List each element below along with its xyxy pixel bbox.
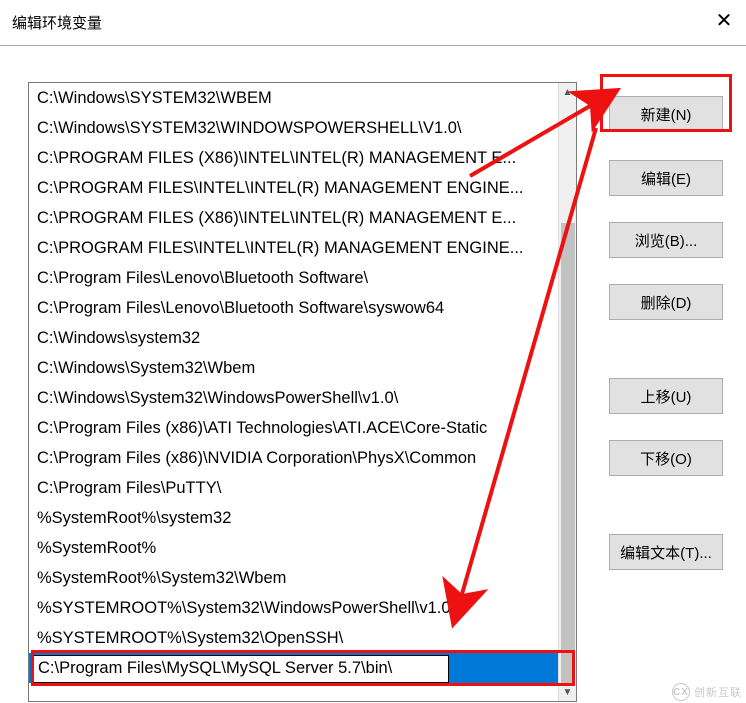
vertical-scrollbar[interactable]: ▲ ▼ [558,83,576,701]
list-item[interactable]: C:\Windows\system32 [29,323,558,353]
path-listbox[interactable]: C:\Windows\SYSTEM32\WBEM C:\Windows\SYST… [28,82,577,702]
list-item[interactable]: %SystemRoot% [29,533,558,563]
list-item[interactable]: %SYSTEMROOT%\System32\WindowsPowerShell\… [29,593,558,623]
browse-button[interactable]: 浏览(B)... [609,222,723,258]
list-item[interactable]: C:\Windows\System32\Wbem [29,353,558,383]
scroll-thumb[interactable] [561,223,575,683]
listbox-viewport: C:\Windows\SYSTEM32\WBEM C:\Windows\SYST… [29,83,558,701]
list-item[interactable]: C:\Program Files (x86)\ATI Technologies\… [29,413,558,443]
close-icon[interactable]: ✕ [712,8,736,33]
list-item[interactable]: C:\Windows\System32\WindowsPowerShell\v1… [29,383,558,413]
list-item[interactable]: C:\Windows\SYSTEM32\WINDOWSPOWERSHELL\V1… [29,113,558,143]
delete-button[interactable]: 删除(D) [609,284,723,320]
edit-button[interactable]: 编辑(E) [609,160,723,196]
scroll-down-icon[interactable]: ▼ [559,683,576,701]
list-item[interactable]: C:\PROGRAM FILES\INTEL\INTEL(R) MANAGEME… [29,173,558,203]
scroll-up-icon[interactable]: ▲ [559,83,576,101]
move-up-button[interactable]: 上移(U) [609,378,723,414]
title-bar: 编辑环境变量 ✕ [0,0,746,46]
list-item[interactable]: C:\PROGRAM FILES (X86)\INTEL\INTEL(R) MA… [29,143,558,173]
path-edit-input[interactable] [33,655,449,683]
watermark-logo-icon: CX [672,683,690,701]
list-item[interactable]: %SYSTEMROOT%\System32\OpenSSH\ [29,623,558,653]
list-item[interactable]: C:\Program Files\Lenovo\Bluetooth Softwa… [29,293,558,323]
move-down-button[interactable]: 下移(O) [609,440,723,476]
watermark: CX 创新互联 [672,683,742,701]
list-item[interactable]: C:\PROGRAM FILES\INTEL\INTEL(R) MANAGEME… [29,233,558,263]
list-item[interactable]: C:\PROGRAM FILES (X86)\INTEL\INTEL(R) MA… [29,203,558,233]
client-area: C:\Windows\SYSTEM32\WBEM C:\Windows\SYST… [0,46,746,703]
window-title: 编辑环境变量 [12,12,102,33]
list-item[interactable]: C:\Program Files\Lenovo\Bluetooth Softwa… [29,263,558,293]
list-item[interactable]: C:\Program Files (x86)\NVIDIA Corporatio… [29,443,558,473]
list-item[interactable]: C:\Program Files\PuTTY\ [29,473,558,503]
edit-text-button[interactable]: 编辑文本(T)... [609,534,723,570]
new-button[interactable]: 新建(N) [609,96,723,132]
list-item[interactable]: C:\Windows\SYSTEM32\WBEM [29,83,558,113]
list-item-editing[interactable] [29,653,558,683]
watermark-text: 创新互联 [694,684,742,700]
list-item[interactable]: %SystemRoot%\system32 [29,503,558,533]
list-item[interactable]: %SystemRoot%\System32\Wbem [29,563,558,593]
